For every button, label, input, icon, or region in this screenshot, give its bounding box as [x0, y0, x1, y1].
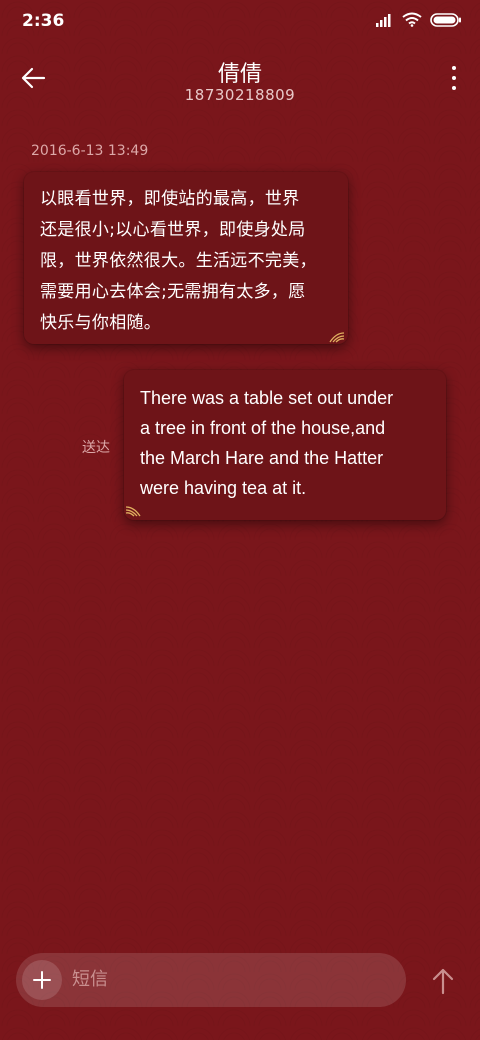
message-line: There was a table set out under: [140, 388, 394, 408]
delivery-status: 送达: [82, 440, 110, 456]
battery-icon: [430, 12, 461, 27]
message-line: the March Hare and the Hatter: [140, 448, 384, 468]
signal-icon: [376, 13, 391, 27]
message-composer[interactable]: 短信: [16, 953, 406, 1007]
status-bar: 2:36: [0, 0, 480, 44]
message-line: 限，世界依然很大。生活远不完美，: [40, 251, 317, 271]
wave-decoration-icon: [329, 332, 345, 343]
wifi-icon: [402, 12, 422, 27]
send-button[interactable]: [430, 966, 456, 996]
message-line: 以眼看世界，即使站的最高，世界: [40, 189, 300, 209]
add-attachment-button[interactable]: [22, 960, 62, 1000]
message-input[interactable]: 短信: [72, 953, 108, 1007]
message-line: 需要用心去体会;无需拥有太多，愿: [40, 282, 306, 302]
outgoing-message-bubble[interactable]: There was a table set out under a tree i…: [124, 370, 446, 520]
contact-number: 18730218809: [184, 86, 296, 104]
message-line: a tree in front of the house,and: [140, 418, 386, 438]
more-options-button[interactable]: [450, 66, 458, 90]
message-timestamp: 2016-6-13 13:49: [31, 143, 149, 159]
incoming-message-bubble[interactable]: 以眼看世界，即使站的最高，世界 还是很小;以心看世界，即使身处局 限，世界依然很…: [24, 172, 348, 344]
status-icons: [376, 12, 462, 27]
wave-decoration-icon: [125, 506, 141, 517]
message-line: 快乐与你相随。: [40, 313, 162, 333]
message-line: were having tea at it.: [140, 478, 307, 498]
more-vert-icon: [452, 66, 456, 70]
message-text: There was a table set out under a tree i…: [140, 383, 436, 503]
contact-name: 倩倩: [217, 62, 262, 87]
message-line: 还是很小;以心看世界，即使身处局: [40, 220, 306, 240]
message-text: 以眼看世界，即使站的最高，世界 还是很小;以心看世界，即使身处局 限，世界依然很…: [40, 184, 334, 339]
send-arrow-icon: [432, 968, 454, 995]
plus-icon: [33, 971, 51, 989]
status-time: 2:36: [22, 11, 65, 31]
conversation-header: 倩倩 18730218809: [0, 50, 480, 110]
